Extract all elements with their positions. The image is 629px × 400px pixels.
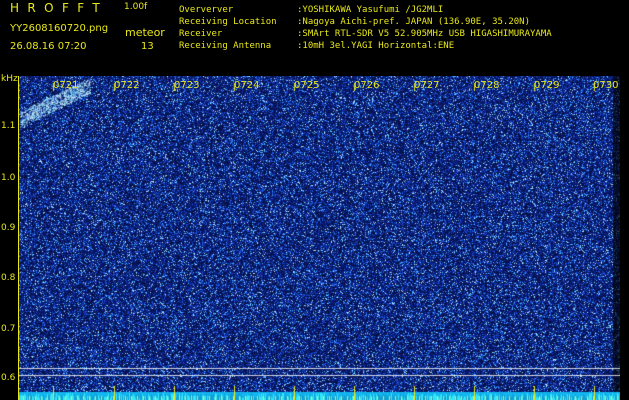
time-label-0721: 0721 (53, 80, 79, 91)
time-label-0726: 0726 (354, 80, 380, 91)
freq-label-1-1: 1.1 (1, 121, 16, 131)
info-key: Receiver (179, 29, 223, 39)
info-value: :Nagoya Aichi-pref. JAPAN (136.90E, 35.2… (297, 17, 530, 27)
meteor-label: meteor (125, 26, 165, 39)
info-value: :10mH 3el.YAGI Horizontal:ENE (297, 41, 455, 51)
time-label-0725: 0725 (294, 80, 320, 91)
info-key: Receiving Location (179, 17, 277, 27)
time-label-0722: 0722 (114, 80, 140, 91)
info-key: Oververver (179, 5, 234, 15)
capture-datetime: 26.08.16 07:20 (10, 41, 87, 52)
freq-label-0-8: 0.8 (1, 273, 16, 283)
frequency-unit-label: kHz (1, 74, 18, 84)
app-title: HROFFT (10, 1, 109, 15)
time-label-0729: 0729 (534, 80, 560, 91)
time-label-0724: 0724 (234, 80, 260, 91)
freq-label-1-0: 1.0 (1, 173, 16, 183)
info-key: Receiving Antenna (179, 41, 272, 51)
freq-label-0-7: 0.7 (1, 324, 16, 334)
info-value: :YOSHIKAWA Yasufumi /JG2MLI (297, 5, 444, 15)
time-label-0723: 0723 (174, 80, 200, 91)
meteor-count: 13 (141, 41, 154, 52)
time-label-0727: 0727 (414, 80, 440, 91)
version-label: 1.00f (124, 2, 148, 12)
image-filename: YY2608160720.png (10, 23, 109, 34)
spectrogram-canvas (18, 76, 620, 400)
freq-label-0-6: 0.6 (1, 373, 16, 383)
spectrogram-panel (18, 76, 620, 400)
time-label-0728: 0728 (474, 80, 500, 91)
spectrogram-left-axis (18, 76, 19, 400)
freq-label-0-9: 0.9 (1, 223, 16, 233)
info-value: :SMArt RTL-SDR V5 52.905MHz USB HIGASHIM… (297, 29, 552, 39)
time-label-0730: 0730 (593, 80, 619, 91)
